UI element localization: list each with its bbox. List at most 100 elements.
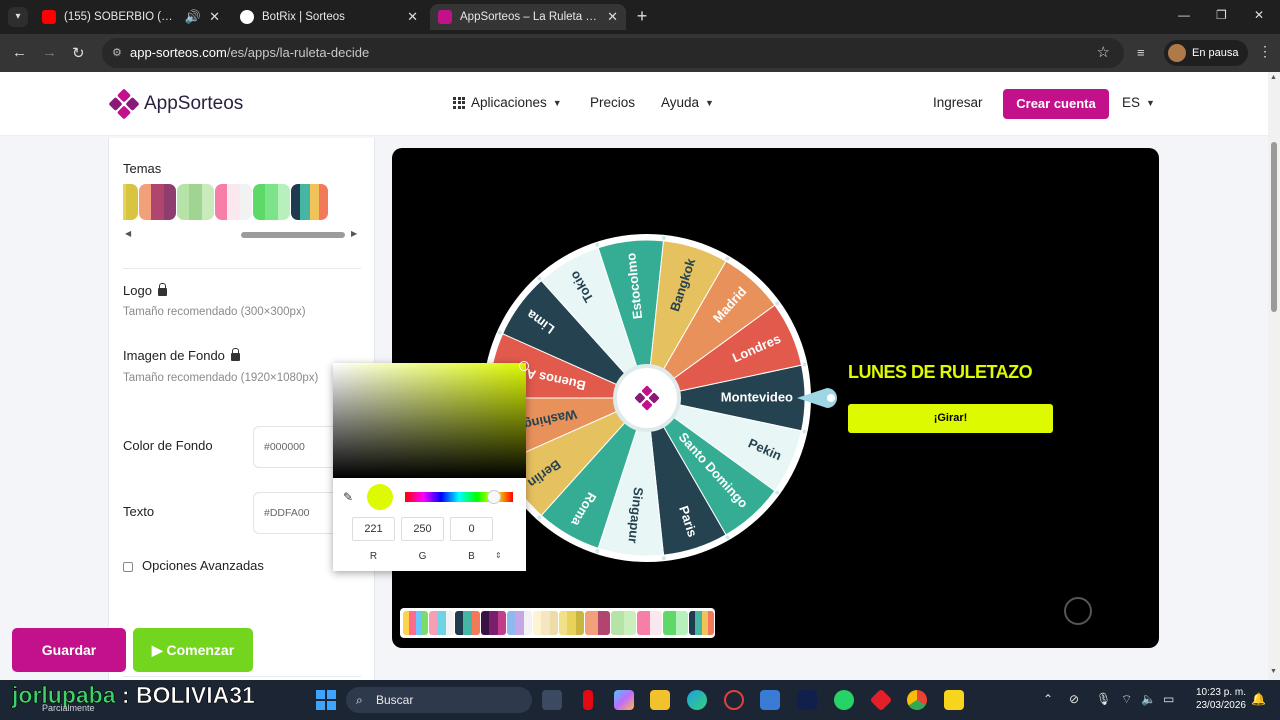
taskbar-search[interactable]: ⌕ Buscar	[346, 687, 532, 713]
nav-pricing[interactable]: Precios	[590, 95, 635, 110]
login-link[interactable]: Ingresar	[933, 95, 983, 110]
page-scrollbar[interactable]: ▲ ▼	[1268, 72, 1280, 680]
red-input[interactable]: 221	[352, 517, 395, 541]
new-tab-icon[interactable]: +	[632, 6, 652, 27]
disney-plus-icon[interactable]	[797, 690, 817, 710]
create-account-button[interactable]: Crear cuenta	[1003, 89, 1109, 119]
volume-icon[interactable]: 🔈	[1141, 692, 1156, 706]
store-icon[interactable]	[760, 690, 780, 710]
theme-option[interactable]	[291, 184, 328, 220]
eyedropper-icon[interactable]: ✎	[343, 490, 353, 504]
network-off-icon[interactable]: ⊘	[1069, 692, 1079, 706]
theme-option[interactable]	[253, 184, 290, 220]
profile-button[interactable]: En pausa	[1164, 40, 1249, 66]
palette-option[interactable]	[663, 611, 688, 635]
notifications-icon[interactable]: 🔔	[1251, 692, 1266, 706]
themes-scrollbar[interactable]: ◀ ▶	[125, 229, 361, 240]
tray-chevron-icon[interactable]: ⌃	[1043, 692, 1053, 706]
palette-option[interactable]	[507, 611, 532, 635]
browser-tab-botrix[interactable]: BotRix | Sorteos ✕	[232, 4, 426, 30]
format-toggle-icon[interactable]: ⇕	[495, 551, 502, 560]
sticky-notes-icon[interactable]	[944, 690, 964, 710]
close-tab-icon[interactable]: ✕	[607, 9, 618, 25]
palette-option[interactable]	[455, 611, 480, 635]
nav-help[interactable]: Ayuda ▼	[661, 95, 714, 110]
browser-tab-appsorteos[interactable]: AppSorteos – La Ruleta de la Su ✕	[430, 4, 626, 30]
web-page: AppSorteos Aplicaciones ▼ Precios Ayuda …	[0, 72, 1268, 680]
wheel-hub[interactable]	[613, 364, 681, 432]
palette-option[interactable]	[559, 611, 584, 635]
language-selector[interactable]: ES ▼	[1122, 95, 1155, 110]
netflix-icon[interactable]	[583, 690, 593, 710]
theme-option[interactable]	[215, 184, 252, 220]
edge-icon[interactable]	[687, 690, 707, 710]
app-icon[interactable]	[724, 690, 744, 710]
close-tab-icon[interactable]: ✕	[209, 9, 220, 25]
scroll-thumb[interactable]	[1271, 142, 1277, 312]
weather-status: Parcialmente	[42, 703, 95, 713]
save-button[interactable]: Guardar	[12, 628, 126, 672]
scroll-down-icon[interactable]: ▼	[1270, 668, 1277, 675]
microphone-icon[interactable]: 🎙	[1096, 692, 1111, 706]
bg-image-setting: Imagen de Fondo	[123, 347, 240, 363]
chevron-down-icon: ▼	[552, 97, 562, 108]
nav-applications[interactable]: Aplicaciones ▼	[453, 95, 562, 110]
blue-input[interactable]: 0	[450, 517, 493, 541]
wifi-icon[interactable]: ⌔	[1121, 692, 1132, 707]
palette-option[interactable]	[689, 611, 714, 635]
palette-option[interactable]	[481, 611, 506, 635]
palette-option[interactable]	[637, 611, 662, 635]
forward-icon[interactable]: →	[42, 44, 57, 61]
close-tab-icon[interactable]: ✕	[407, 9, 418, 25]
maximize-icon[interactable]: ❐	[1216, 8, 1227, 22]
scroll-left-icon[interactable]: ◀	[125, 229, 131, 238]
green-input[interactable]: 250	[401, 517, 444, 541]
whatsapp-icon[interactable]	[834, 690, 854, 710]
copilot-icon[interactable]	[614, 690, 634, 710]
browser-tab-youtube[interactable]: (155) SOBERBIO (REMIX) - Y 🔊 ✕	[34, 4, 228, 30]
spin-button[interactable]: ¡Girar!	[848, 404, 1053, 433]
taskbar-clock[interactable]: 10:23 p. m. 23/03/2026	[1190, 686, 1246, 712]
chrome-icon[interactable]	[907, 690, 927, 710]
media-control-icon[interactable]: ≡	[1137, 45, 1145, 60]
start-button[interactable]: ▶ Comenzar	[133, 628, 253, 672]
saturation-area[interactable]	[333, 363, 526, 478]
bg-image-size-hint: Tamaño recomendado (1920×1080px)	[123, 372, 319, 384]
minimize-icon[interactable]: —	[1178, 8, 1190, 22]
palette-option[interactable]	[533, 611, 558, 635]
theme-option[interactable]	[177, 184, 214, 220]
search-label: Buscar	[376, 693, 414, 707]
tab-search-button[interactable]: ▾	[8, 7, 28, 27]
bookmark-star-icon[interactable]: ☆	[1097, 38, 1110, 68]
close-window-icon[interactable]: ✕	[1254, 8, 1264, 22]
site-logo[interactable]: AppSorteos	[108, 88, 243, 120]
file-explorer-icon[interactable]	[650, 690, 670, 710]
green-label: G	[418, 551, 427, 562]
brand-name: AppSorteos	[144, 93, 244, 114]
theme-option[interactable]	[123, 184, 138, 220]
palette-option[interactable]	[585, 611, 610, 635]
url-domain: app-sorteos.com	[130, 45, 227, 60]
battery-icon[interactable]: ▭	[1163, 692, 1174, 706]
scroll-thumb[interactable]	[241, 232, 345, 238]
browser-menu-icon[interactable]: ⋮	[1258, 43, 1272, 60]
url-bar[interactable]: ⚙ app-sorteos.com/es/apps/la-ruleta-deci…	[102, 38, 1124, 68]
speaker-icon[interactable]: 🔊	[185, 9, 201, 25]
palette-option[interactable]	[403, 611, 428, 635]
palette-option[interactable]	[611, 611, 636, 635]
site-info-icon[interactable]: ⚙	[112, 38, 122, 68]
hue-handle[interactable]	[487, 490, 501, 504]
spin-wheel[interactable]: MontevideoPekinSanto DomingoParisSingapu…	[483, 234, 837, 562]
reload-icon[interactable]: ↻	[72, 44, 85, 62]
task-view-icon[interactable]	[542, 690, 562, 710]
youtube-favicon-icon	[42, 10, 56, 24]
scroll-up-icon[interactable]: ▲	[1270, 74, 1277, 81]
palette-option[interactable]	[429, 611, 454, 635]
wheel-peg	[497, 330, 502, 335]
advanced-options-checkbox[interactable]	[123, 562, 133, 572]
saturation-handle[interactable]	[519, 361, 529, 371]
scroll-right-icon[interactable]: ▶	[351, 229, 357, 238]
windows-start-icon[interactable]	[316, 690, 336, 710]
theme-option[interactable]	[139, 184, 176, 220]
back-icon[interactable]: ←	[12, 44, 27, 61]
